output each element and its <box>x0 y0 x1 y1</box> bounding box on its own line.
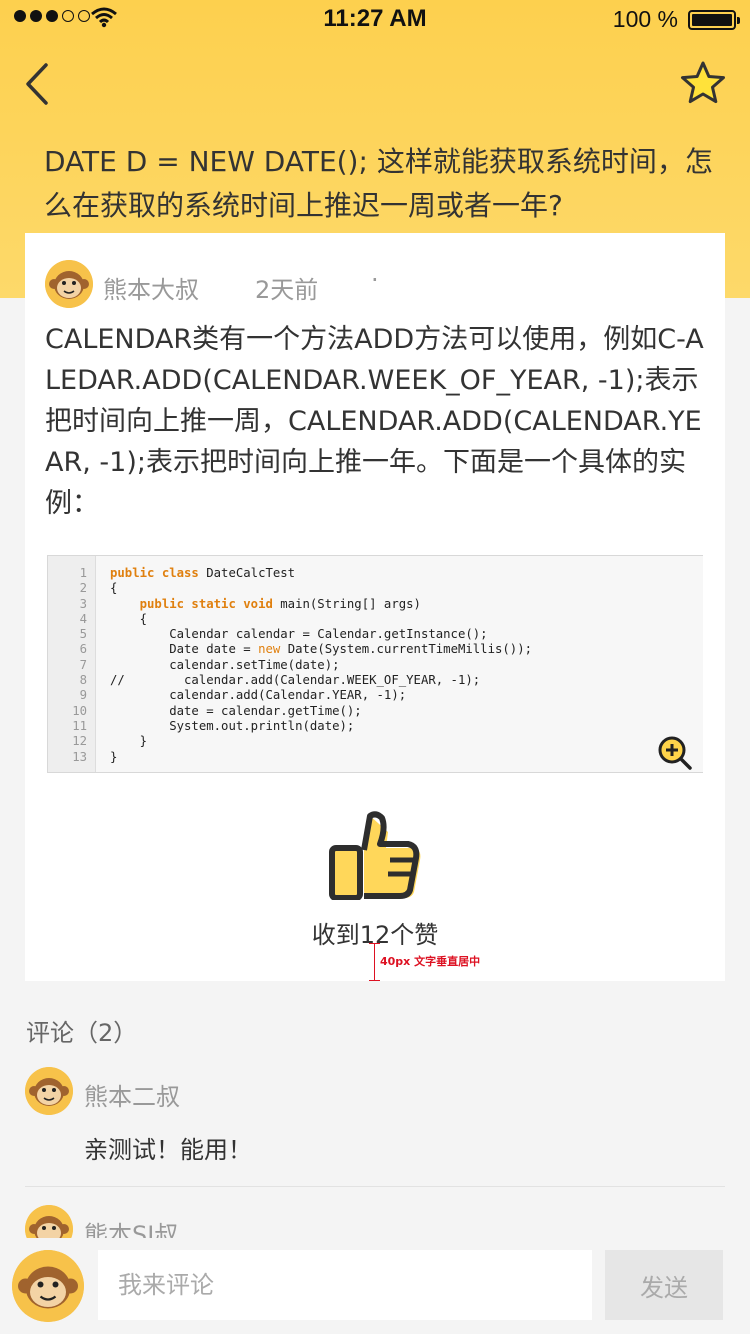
avatar[interactable] <box>25 1067 73 1115</box>
comment-text: 亲测试！能用！ <box>84 1136 252 1164</box>
spacing-annotation-text: 40px 文字垂直居中 <box>380 955 481 968</box>
comment-item: 熊本二叔 亲测试！能用！ <box>25 1067 725 1187</box>
favorite-star-icon[interactable] <box>680 60 726 106</box>
zoom-in-icon[interactable] <box>657 735 693 771</box>
battery-icon <box>688 10 740 30</box>
code-line-numbers: 12 34 56 78 9 10 11 12 13 <box>48 556 96 772</box>
monkey-avatar-icon <box>12 1250 84 1322</box>
code-screenshot[interactable]: 12 34 56 78 9 10 11 12 13 public class Dat… <box>47 555 703 773</box>
comment-author[interactable]: 熊本二叔 <box>84 1077 180 1112</box>
question-title: DATE D = NEW DATE(); 这样就能获取系统时间，怎么在获取的系统… <box>44 145 713 222</box>
answer-timestamp: 2天前 <box>255 276 319 304</box>
send-button[interactable]: 发送 <box>605 1250 723 1320</box>
comment-composer: 发送 <box>0 1238 750 1334</box>
answer-text: CALENDAR类有一个方法ADD方法可以使用，例如C-ALEDAR.ADD(C… <box>45 324 704 519</box>
avatar[interactable] <box>45 260 93 308</box>
monkey-avatar-icon <box>25 1067 73 1115</box>
status-bar: 11:27 AM 100 % <box>0 0 750 40</box>
code-block: public class DateCalcTest { public stati… <box>110 566 533 764</box>
spacing-annotation-line <box>369 943 380 981</box>
comments-title: 评论（2） <box>26 1019 138 1047</box>
likes-count: 收到12个赞 <box>311 921 439 949</box>
current-user-avatar[interactable] <box>12 1250 84 1322</box>
separator-dot: · <box>371 266 379 294</box>
back-button[interactable] <box>20 60 60 108</box>
thumbs-up-icon[interactable] <box>328 810 424 900</box>
battery-percentage: 100 % <box>612 6 678 32</box>
answer-author-name[interactable]: 熊本大叔 <box>103 270 199 305</box>
answer-author-row: 熊本大叔 2天前 · <box>45 260 705 310</box>
answer-card: 熊本大叔 2天前 · CALENDAR类有一个方法ADD方法可以使用，例如C-A… <box>25 233 725 981</box>
monkey-avatar-icon <box>45 260 93 308</box>
comment-input[interactable] <box>98 1250 592 1320</box>
